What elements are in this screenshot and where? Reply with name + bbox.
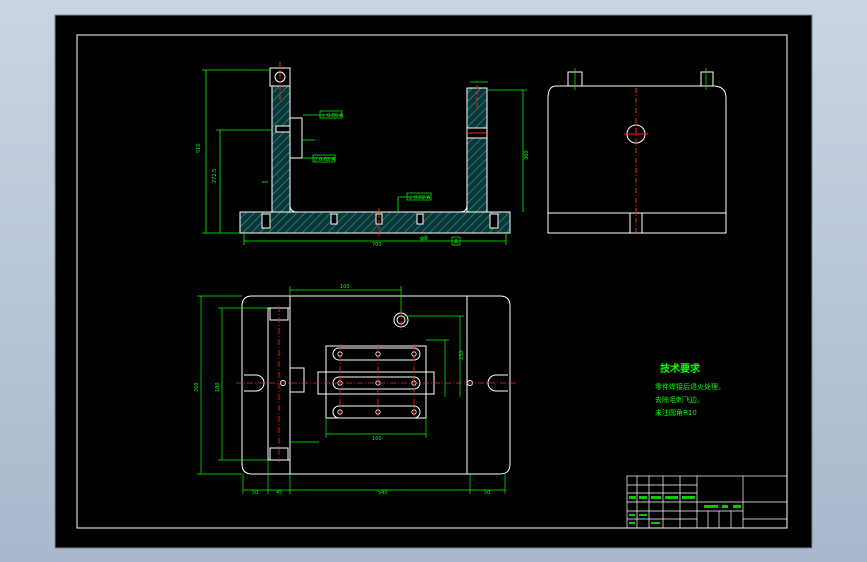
tech-req-line-1: 零件焊接后退火处理。 [655,382,725,391]
svg-text:700: 700 [372,242,382,248]
left-upright-section [271,84,291,213]
svg-text:540: 540 [378,490,388,496]
svg-text:50: 50 [484,490,490,496]
svg-text:// 0.02 A: // 0.02 A [314,157,336,163]
svg-text:⊥ 0.05 A: ⊥ 0.05 A [321,113,344,119]
svg-text:160: 160 [372,436,382,442]
svg-text:45: 45 [276,490,282,496]
svg-text:100: 100 [340,284,350,290]
svg-text:510: 510 [196,143,202,153]
svg-text:260: 260 [194,382,200,392]
svg-text:50: 50 [252,490,258,496]
svg-text:230: 230 [459,350,465,360]
tech-req-line-2: 去除毛刺飞边。 [655,395,704,404]
cad-drawing-canvas[interactable]: ⊥ 0.05 A // 0.02 A ⊥ 0.02 A A 700 510 27… [0,0,867,562]
tech-req-line-3: 未注圆角R10 [655,408,697,417]
svg-text:φ8: φ8 [420,235,428,242]
base-plate-section [239,211,511,234]
svg-text:⊥ 0.02 A: ⊥ 0.02 A [408,195,431,201]
svg-text:180: 180 [215,382,221,392]
svg-text:272.5: 272.5 [212,169,218,183]
tech-req-title: 技术要求 [660,362,701,375]
svg-text:360: 360 [524,150,530,160]
model-viewport[interactable] [54,14,813,549]
